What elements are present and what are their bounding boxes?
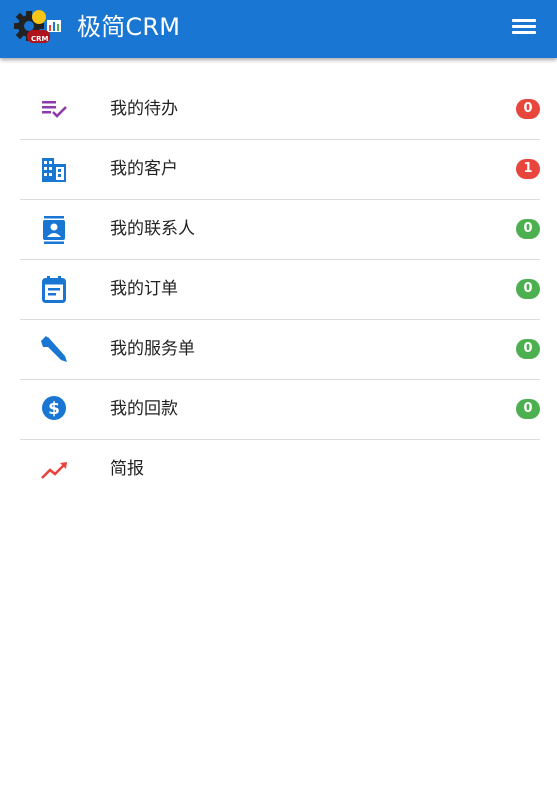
menu-item-label: 我的待办 [110, 99, 178, 119]
app-title: 极简CRM [77, 13, 181, 41]
menu-item-label: 我的联系人 [110, 219, 195, 239]
playlist-check-icon [39, 96, 69, 124]
menu-item-label: 我的回款 [110, 399, 178, 419]
dollar-coin-icon: $ [39, 396, 69, 424]
svg-text:$: $ [48, 399, 60, 419]
logo-text: CRM [31, 35, 49, 43]
count-badge: 0 [516, 99, 540, 119]
contact-card-icon [39, 216, 69, 244]
menu-item-label: 简报 [110, 459, 144, 479]
menu-item-customers[interactable]: 我的客户 1 [20, 140, 540, 200]
menu-item-label: 我的订单 [110, 279, 178, 299]
menu-item-service-orders[interactable]: 我的服务单 0 [20, 320, 540, 380]
count-badge: 0 [516, 219, 540, 239]
count-badge: 1 [516, 159, 540, 179]
wrench-icon [39, 336, 69, 364]
menu-item-todo[interactable]: 我的待办 0 [20, 80, 540, 140]
count-badge: 0 [516, 399, 540, 419]
app-bar: CRM 极简CRM [0, 0, 557, 58]
hamburger-menu-button[interactable] [509, 16, 539, 42]
count-badge: 0 [516, 279, 540, 299]
crm-logo-icon: CRM [14, 8, 64, 48]
menu-item-payments[interactable]: $ 我的回款 0 [20, 380, 540, 440]
calendar-order-icon [39, 276, 69, 304]
trending-up-icon [39, 456, 69, 484]
main-menu-list: 我的待办 0 我的客户 1 我的联系人 0 我的订单 0 我的服务单 0 $ 我… [20, 80, 540, 500]
menu-item-contacts[interactable]: 我的联系人 0 [20, 200, 540, 260]
count-badge: 0 [516, 339, 540, 359]
menu-item-orders[interactable]: 我的订单 0 [20, 260, 540, 320]
menu-item-label: 我的客户 [110, 159, 178, 179]
domain-building-icon [39, 156, 69, 184]
menu-item-label: 我的服务单 [110, 339, 195, 359]
menu-item-briefing[interactable]: 简报 [20, 440, 540, 500]
hamburger-menu-icon [512, 19, 536, 22]
